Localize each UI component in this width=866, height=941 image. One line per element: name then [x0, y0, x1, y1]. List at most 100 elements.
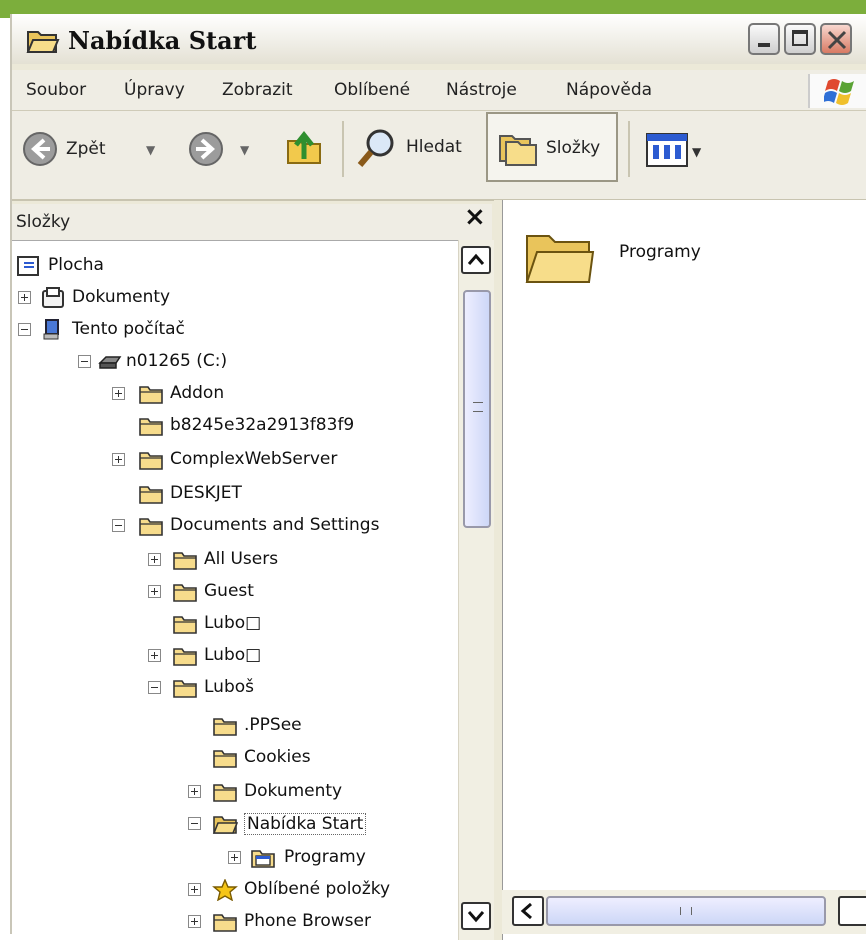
tree-item-label: Phone Browser	[244, 911, 371, 931]
expand-minus-icon[interactable]	[188, 817, 201, 830]
expand-minus-icon[interactable]	[148, 681, 161, 694]
tree-item-label: Dokumenty	[244, 781, 343, 801]
folder-icon	[139, 386, 163, 404]
folders-pane-header: Složky ×	[12, 202, 492, 240]
scroll-grip-icon	[473, 402, 483, 412]
horizontal-scroll-thumb[interactable]	[546, 896, 826, 926]
tree-item-label: b8245e32a2913f83f9	[170, 415, 355, 435]
back-label: Zpět	[66, 139, 106, 159]
folder-icon	[139, 486, 163, 504]
folders-pane-title: Složky	[16, 212, 71, 232]
window-title: Nabídka Start	[68, 26, 257, 55]
menu-view[interactable]: Zobrazit	[222, 80, 293, 100]
search-button[interactable]: Hledat	[356, 127, 480, 171]
open-folder-icon	[212, 816, 238, 834]
computer-icon	[43, 319, 59, 340]
menu-file[interactable]: Soubor	[26, 80, 86, 100]
views-dropdown-icon: ▼	[692, 145, 702, 159]
up-folder-icon	[287, 130, 321, 164]
menu-bar: Soubor Úpravy Zobrazit Oblíbené Nástroje…	[12, 70, 866, 111]
title-bar[interactable]: Nabídka Start	[12, 14, 866, 64]
folder-icon	[139, 518, 163, 536]
menu-edit[interactable]: Úpravy	[124, 80, 185, 100]
search-label: Hledat	[406, 137, 462, 157]
forward-button[interactable]: ▼	[188, 131, 268, 171]
toolbar-separator	[628, 121, 630, 177]
expand-minus-icon[interactable]	[78, 355, 91, 368]
tree-item-label: Lubo□	[204, 613, 262, 633]
maximize-icon	[792, 30, 808, 46]
scroll-right-button[interactable]	[838, 896, 866, 926]
folder-icon	[173, 680, 197, 698]
expand-plus-icon[interactable]	[148, 585, 161, 598]
scroll-thumb[interactable]	[463, 290, 491, 528]
expand-plus-icon[interactable]	[148, 649, 161, 662]
views-button[interactable]: ▼	[646, 133, 716, 173]
content-item-programy[interactable]: Programy	[523, 226, 743, 296]
expand-plus-icon[interactable]	[188, 883, 201, 896]
folder-icon	[139, 418, 163, 436]
tree-item-label: Addon	[170, 383, 225, 403]
minimize-icon	[758, 43, 770, 47]
desktop-icon	[17, 256, 39, 276]
search-icon	[357, 129, 394, 167]
tree-item-label: Lubo□	[204, 645, 262, 665]
standard-toolbar: Zpět ▼ ▼ Hledat Složky ▼	[12, 111, 866, 201]
views-grid-icon	[646, 133, 688, 167]
chevron-left-icon	[520, 902, 532, 920]
pane-splitter[interactable]	[494, 200, 502, 940]
menu-tools[interactable]: Nástroje	[446, 80, 517, 100]
programs-folder-icon	[251, 850, 275, 868]
tree-item-label: Plocha	[48, 255, 104, 275]
folder-icon	[213, 914, 237, 932]
tree-vertical-scrollbar[interactable]	[458, 240, 495, 940]
chevron-up-icon	[467, 253, 485, 265]
forward-arrow-icon	[189, 132, 223, 166]
forward-dropdown-icon[interactable]: ▼	[240, 143, 249, 157]
back-arrow-icon	[23, 132, 57, 166]
scroll-grip-icon	[680, 907, 692, 915]
windows-logo-icon	[808, 74, 866, 108]
tree-item-label: Luboš	[204, 677, 254, 697]
open-folder-icon	[26, 28, 60, 58]
scroll-up-button[interactable]	[461, 246, 491, 274]
tree-item-label: Dokumenty	[72, 287, 171, 307]
toolbar-separator	[342, 121, 344, 177]
tree-item-label: Tento počítač	[72, 319, 185, 339]
expand-plus-icon[interactable]	[188, 785, 201, 798]
folder-icon	[173, 648, 197, 666]
back-dropdown-icon[interactable]: ▼	[146, 143, 155, 157]
tree-item-label: Documents and Settings	[170, 515, 380, 535]
expand-plus-icon[interactable]	[228, 851, 241, 864]
folders-label: Složky	[546, 138, 601, 158]
folder-icon	[173, 584, 197, 602]
folder-icon	[173, 616, 197, 634]
content-horizontal-scrollbar[interactable]	[502, 890, 866, 934]
folders-button[interactable]: Složky	[486, 112, 618, 182]
maximize-button[interactable]	[784, 23, 816, 55]
folder-icon	[173, 552, 197, 570]
explorer-window: Nabídka Start Soubor Úpravy Zobrazit Obl…	[10, 14, 866, 941]
up-folder-button[interactable]	[284, 127, 326, 171]
documents-icon	[42, 287, 64, 308]
scroll-left-button[interactable]	[512, 896, 544, 926]
expand-plus-icon[interactable]	[18, 291, 31, 304]
folders-pane-close-icon[interactable]: ×	[464, 202, 486, 232]
back-button[interactable]: Zpět ▼	[22, 131, 162, 171]
folders-icon	[499, 135, 537, 166]
folder-icon	[213, 718, 237, 736]
expand-minus-icon[interactable]	[18, 323, 31, 336]
tree-item-label: DESKJET	[170, 483, 242, 503]
tree-item-label: ComplexWebServer	[170, 449, 338, 469]
scroll-down-button[interactable]	[461, 902, 491, 930]
expand-plus-icon[interactable]	[112, 453, 125, 466]
menu-favorites[interactable]: Oblíbené	[334, 80, 410, 100]
menu-help[interactable]: Nápověda	[566, 80, 652, 100]
close-button[interactable]	[820, 23, 852, 55]
expand-plus-icon[interactable]	[148, 553, 161, 566]
expand-minus-icon[interactable]	[112, 519, 125, 532]
tree-item-label: Guest	[204, 581, 254, 601]
tree-item-label: Programy	[284, 847, 366, 867]
expand-plus-icon[interactable]	[112, 387, 125, 400]
minimize-button[interactable]	[748, 23, 780, 55]
